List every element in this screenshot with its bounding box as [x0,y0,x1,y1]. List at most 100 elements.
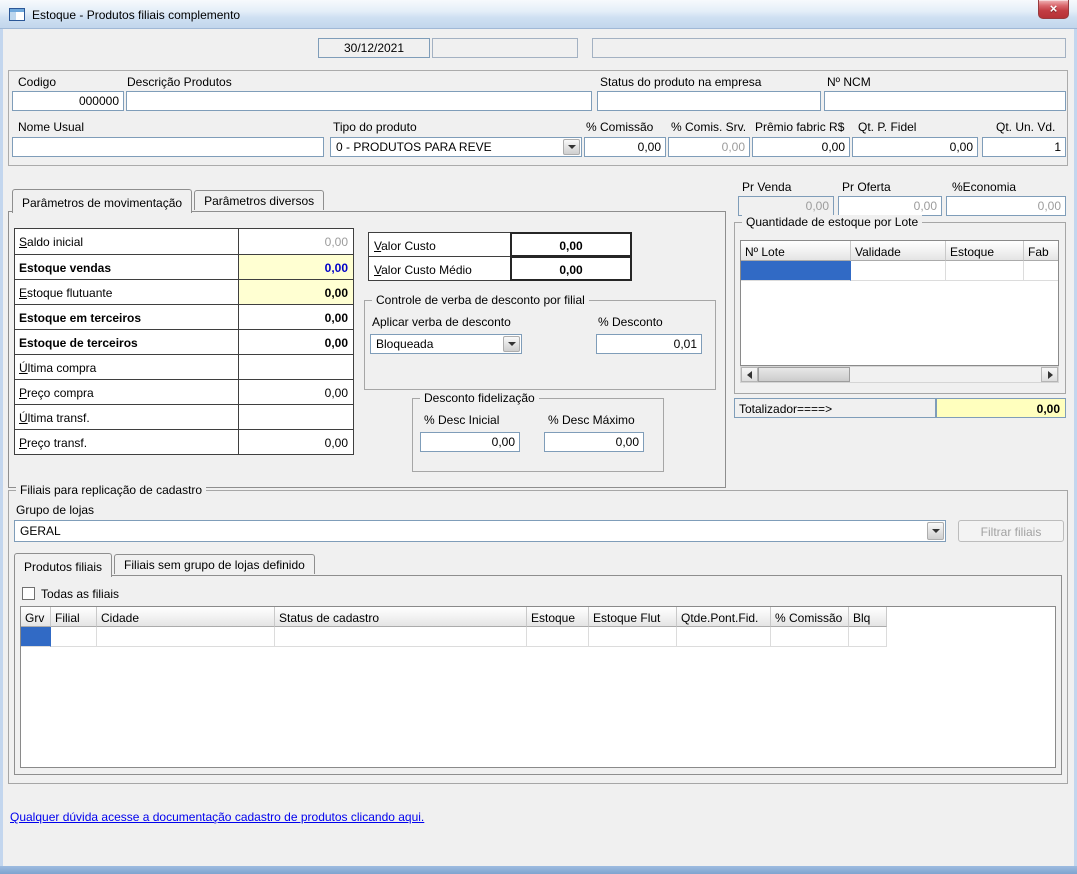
valor-custo-input[interactable]: 0,00 [510,232,632,257]
tipo-produto-dropdown-button[interactable] [563,139,580,155]
date-field[interactable]: 30/12/2021 [318,38,430,58]
filiais-cell[interactable] [771,627,849,647]
filiais-column-header[interactable]: Grv [21,607,51,627]
arrow-left-icon [747,371,752,379]
premio-input[interactable]: 0,00 [752,137,850,157]
stock-grid: Saldo inicial0,00Estoque vendas0,00Estoq… [14,228,354,455]
chevron-down-icon [932,529,940,533]
tab-produtos-filiais[interactable]: Produtos filiais [14,553,112,577]
lote-column-header[interactable]: Fab [1024,241,1059,261]
tab-filiais-sem-grupo[interactable]: Filiais sem grupo de lojas definido [114,554,315,574]
stock-row-value[interactable]: 0,00 [239,255,353,279]
filiais-column-header[interactable]: Status de cadastro [275,607,527,627]
filiais-cell[interactable] [849,627,887,647]
todas-filiais-checkbox[interactable] [22,587,35,600]
aplicar-verba-select[interactable]: Bloqueada [370,334,522,354]
stock-row-value[interactable]: 0,00 [239,430,353,454]
stock-row-value[interactable]: 0,00 [239,280,353,304]
stock-row-value[interactable]: 0,00 [239,380,353,404]
premio-label: Prêmio fabric R$ [755,121,844,134]
ncm-input[interactable] [824,91,1066,111]
scrollbar-thumb[interactable] [758,367,850,382]
lote-column-header[interactable]: Estoque [946,241,1024,261]
lote-group-title: Quantidade de estoque por Lote [742,215,922,229]
qt-p-fidel-input[interactable]: 0,00 [852,137,978,157]
lote-cell[interactable] [1024,261,1059,281]
lote-column-header[interactable]: Nº Lote [741,241,851,261]
filiais-group-title: Filiais para replicação de cadastro [16,483,206,497]
stock-row: Preço transf.0,00 [15,429,353,454]
header-field-3[interactable] [592,38,1066,58]
filiais-cell[interactable] [97,627,275,647]
scroll-right-button[interactable] [1041,367,1058,382]
filiais-cell[interactable] [527,627,589,647]
stock-row-value: 0,00 [239,229,353,254]
filiais-column-header[interactable]: Filial [51,607,97,627]
desc-inicial-input[interactable]: 0,00 [420,432,520,452]
stock-row-label: Preço compra [15,380,239,404]
valor-custo-medio-input[interactable]: 0,00 [510,256,632,281]
close-button[interactable]: × [1038,0,1069,19]
desconto-input[interactable]: 0,01 [596,334,702,354]
stock-row: Preço compra0,00 [15,379,353,404]
filiais-cell[interactable] [275,627,527,647]
tab-parametros-movimentacao[interactable]: Parâmetros de movimentação [12,189,192,213]
stock-row-value[interactable]: 0,00 [239,330,353,354]
filiais-cell[interactable] [21,627,51,647]
filiais-tabstrip: Produtos filiais Filiais sem grupo de lo… [14,552,317,576]
filtrar-filiais-button[interactable]: Filtrar filiais [958,520,1064,542]
lote-hscrollbar[interactable] [740,366,1059,383]
valor-custo-medio-label: Valor Custo Médio [368,256,511,281]
stock-row-value[interactable] [239,405,353,429]
codigo-label: Codigo [18,76,56,89]
scroll-left-button[interactable] [741,367,758,382]
comissao-input[interactable]: 0,00 [584,137,666,157]
lote-cell[interactable] [741,261,851,281]
qt-un-vd-input[interactable]: 1 [982,137,1066,157]
lote-cell[interactable] [851,261,946,281]
tab-parametros-diversos[interactable]: Parâmetros diversos [194,190,324,210]
ncm-label: Nº NCM [827,76,871,89]
lote-column-header[interactable]: Validade [851,241,946,261]
status-input[interactable] [597,91,821,111]
tipo-produto-value: 0 - PRODUTOS PARA REVE [336,140,492,154]
filiais-column-header[interactable]: Estoque [527,607,589,627]
filiais-column-header[interactable]: Qtde.Pont.Fid. [677,607,771,627]
economia-input[interactable]: 0,00 [946,196,1066,216]
title-bar: Estoque - Produtos filiais complemento × [0,0,1077,29]
lote-table: Nº LoteValidadeEstoqueFab [740,240,1059,366]
header-field-2[interactable] [432,38,578,58]
grupo-lojas-label: Grupo de lojas [16,504,94,517]
comis-srv-input: 0,00 [668,137,750,157]
stock-row-label: Estoque vendas [15,255,239,279]
filiais-column-header[interactable]: Blq [849,607,887,627]
movement-tabstrip: Parâmetros de movimentação Parâmetros di… [12,188,326,212]
lote-cell[interactable] [946,261,1024,281]
stock-row-value[interactable]: 0,00 [239,305,353,329]
grupo-lojas-select[interactable]: GERAL [14,520,946,542]
filiais-cell[interactable] [51,627,97,647]
grupo-lojas-dropdown-button[interactable] [927,522,944,540]
descricao-input[interactable] [126,91,592,111]
pr-oferta-input[interactable]: 0,00 [838,196,942,216]
nome-usual-input[interactable] [12,137,324,157]
filiais-cell[interactable] [677,627,771,647]
lote-table-row [741,261,1058,281]
tipo-produto-select[interactable]: 0 - PRODUTOS PARA REVE [330,137,582,157]
desconto-label: % Desconto [598,316,663,329]
window-border [0,866,1077,874]
close-icon: × [1050,1,1058,16]
qt-un-vd-label: Qt. Un. Vd. [996,121,1055,134]
aplicar-verba-dropdown-button[interactable] [503,336,520,352]
desc-maximo-input[interactable]: 0,00 [544,432,644,452]
filiais-column-header[interactable]: Cidade [97,607,275,627]
todas-filiais-checkbox-label[interactable]: Todas as filiais [41,588,119,601]
stock-row: Saldo inicial0,00 [15,229,353,254]
filiais-column-header[interactable]: Estoque Flut [589,607,677,627]
codigo-input[interactable]: 000000 [12,91,124,111]
filiais-cell[interactable] [589,627,677,647]
documentation-link[interactable]: Qualquer dúvida acesse a documentação ca… [10,810,424,824]
filiais-column-header[interactable]: % Comissão [771,607,849,627]
stock-row-value[interactable] [239,355,353,379]
window-title: Estoque - Produtos filiais complemento [32,8,240,22]
